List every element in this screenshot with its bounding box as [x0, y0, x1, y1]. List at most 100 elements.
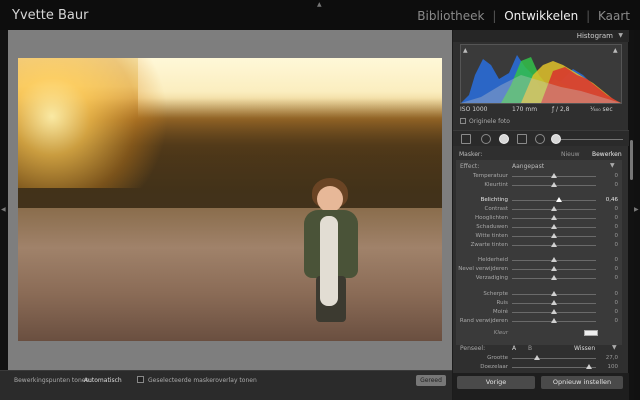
- reset-button[interactable]: Opnieuw instellen: [541, 376, 623, 389]
- brush-slider-thumb[interactable]: [534, 355, 541, 360]
- slider-thumb[interactable]: [551, 291, 557, 296]
- brush-collapse-icon[interactable]: ▼: [612, 344, 617, 351]
- slider-thumb[interactable]: [551, 215, 557, 220]
- slider-value[interactable]: 0: [598, 257, 619, 263]
- slider-thumb[interactable]: [551, 309, 557, 314]
- slider-row: Rand verwijderen 0: [456, 317, 622, 326]
- color-swatch[interactable]: [584, 330, 598, 336]
- effect-collapse-icon[interactable]: ▼: [610, 162, 615, 169]
- red-eye-tool-icon[interactable]: [499, 134, 509, 144]
- right-panel-toggle-icon[interactable]: ▶: [634, 206, 639, 213]
- slider-label: Ruis: [496, 300, 508, 306]
- slider-value[interactable]: 0: [598, 266, 619, 272]
- brush-a-button[interactable]: A: [512, 345, 516, 352]
- slider-value[interactable]: 0: [598, 233, 619, 239]
- color-row: Kleur: [456, 328, 622, 338]
- mask-edit-button[interactable]: Bewerken: [592, 151, 622, 158]
- slider-value[interactable]: 0: [598, 309, 619, 315]
- photo-heath: [18, 208, 442, 341]
- slider-thumb[interactable]: [551, 182, 557, 187]
- slider-track[interactable]: [512, 200, 596, 201]
- brush-slider-track[interactable]: [512, 358, 596, 359]
- photo-subject: [300, 176, 362, 328]
- slider-label: Kleurtint: [484, 182, 508, 188]
- slider-thumb[interactable]: [551, 224, 557, 229]
- slider-value[interactable]: 0: [598, 206, 619, 212]
- crop-tool-icon[interactable]: [461, 134, 471, 144]
- panel-buttons: Vorige Opnieuw instellen: [453, 373, 629, 400]
- slider-label: Zwarte tinten: [470, 242, 508, 248]
- slider-thumb[interactable]: [551, 300, 557, 305]
- slider-thumb[interactable]: [551, 266, 557, 271]
- brush-slider-label: Doezelaar: [480, 364, 508, 370]
- slider-value[interactable]: 0: [598, 173, 619, 179]
- slider-value[interactable]: 0: [598, 275, 619, 281]
- collapse-icon[interactable]: ▼: [618, 32, 623, 39]
- brush-b-button[interactable]: B: [528, 345, 532, 352]
- graduated-filter-tool-icon[interactable]: [517, 134, 527, 144]
- brush-slider-label: Grootte: [487, 355, 508, 361]
- right-edge: [634, 30, 640, 400]
- slider-row: Nevel verwijderen 0: [456, 265, 622, 274]
- slider-value[interactable]: 0: [598, 300, 619, 306]
- photo-preview[interactable]: [18, 58, 442, 341]
- svg-text:▲: ▲: [613, 47, 618, 54]
- spot-removal-tool-icon[interactable]: [481, 134, 491, 144]
- module-library[interactable]: Bibliotheek: [417, 9, 484, 23]
- mask-toolbar: Bewerkingspunten tonen: Automatisch Gese…: [0, 370, 452, 400]
- brush-slider-thumb[interactable]: [586, 364, 593, 369]
- slider-label: Temperatuur: [472, 173, 508, 179]
- panel-scrollbar[interactable]: [630, 140, 633, 180]
- slider-row: Witte tinten 0: [456, 232, 622, 241]
- slider-thumb[interactable]: [556, 197, 563, 202]
- slider-thumb[interactable]: [551, 275, 557, 280]
- left-panel-toggle-icon[interactable]: ◀: [1, 206, 6, 213]
- slider-row: Scherpte 0: [456, 290, 622, 299]
- adjustment-brush-tool-icon[interactable]: [551, 134, 561, 144]
- original-photo-label: Originele foto: [469, 118, 510, 125]
- slider-thumb[interactable]: [551, 233, 557, 238]
- slider-thumb[interactable]: [551, 242, 557, 247]
- brush-slider-value[interactable]: 27,0: [598, 355, 618, 361]
- mask-new-button[interactable]: Nieuw: [561, 151, 580, 158]
- slider-row: Verzadiging 0: [456, 274, 622, 283]
- slider-thumb[interactable]: [551, 257, 557, 262]
- slider-value[interactable]: 0: [598, 242, 619, 248]
- slider-row: Zwarte tinten 0: [456, 241, 622, 250]
- show-pins-select[interactable]: Automatisch: [84, 377, 122, 384]
- brush-slider-row: Grootte 27,0: [456, 354, 622, 363]
- brush-clear-button[interactable]: Wissen: [574, 345, 595, 352]
- slider-label: Rand verwijderen: [459, 318, 508, 324]
- overlay-checkbox[interactable]: [137, 376, 144, 383]
- slider-row: Helderheid 0: [456, 256, 622, 265]
- brush-slider-value[interactable]: 100: [598, 364, 619, 370]
- brush-slider-track[interactable]: [512, 367, 596, 368]
- top-panel-toggle-icon[interactable]: ▲: [317, 1, 322, 8]
- slider-thumb[interactable]: [551, 206, 557, 211]
- slider-thumb[interactable]: [551, 318, 557, 323]
- previous-button[interactable]: Vorige: [457, 376, 535, 389]
- slider-value[interactable]: 0: [598, 182, 619, 188]
- slider-value[interactable]: 0: [598, 291, 619, 297]
- original-photo-toggle[interactable]: Originele foto: [460, 118, 510, 125]
- histogram-header[interactable]: Histogram ▼: [453, 30, 629, 42]
- slider-value[interactable]: 0: [598, 224, 619, 230]
- slider-value[interactable]: 0: [598, 318, 619, 324]
- slider-value[interactable]: 0,46: [598, 197, 618, 203]
- original-photo-checkbox[interactable]: [460, 118, 466, 124]
- subject-toy: [320, 216, 338, 306]
- slider-value[interactable]: 0: [598, 215, 619, 221]
- module-map[interactable]: Kaart: [598, 9, 630, 23]
- radial-filter-tool-icon[interactable]: [535, 134, 545, 144]
- effect-panel: Effect: Aangepast ▼ Temperatuur 0 Kleurtin…: [456, 160, 622, 345]
- image-canvas[interactable]: [8, 30, 452, 370]
- slider-thumb[interactable]: [551, 173, 557, 178]
- tool-slider[interactable]: [561, 139, 623, 140]
- effect-preset-select[interactable]: Aangepast: [512, 163, 544, 170]
- histogram-graph: ▲ ▲: [460, 44, 622, 104]
- overlay-label: Geselecteerde maskeroverlay tonen: [148, 377, 257, 384]
- module-develop[interactable]: Ontwikkelen: [504, 9, 578, 23]
- done-button[interactable]: Gereed: [416, 375, 446, 386]
- slider-label: Schaduwen: [476, 224, 508, 230]
- develop-right-panel: Histogram ▼ ▲ ▲ ISO 1000 170 mm ƒ / 2,8 …: [452, 30, 629, 400]
